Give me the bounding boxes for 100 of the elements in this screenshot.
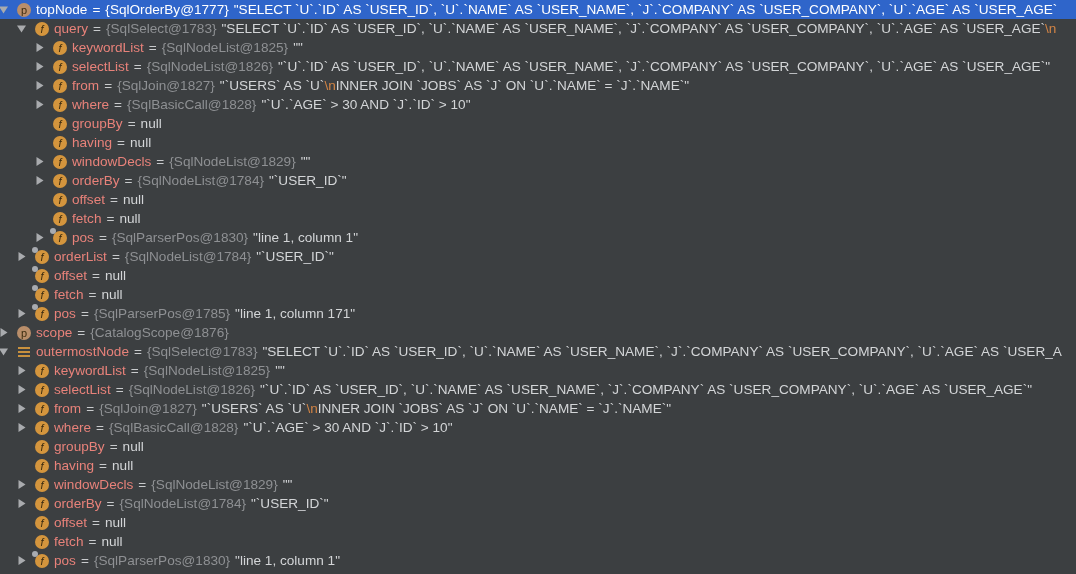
tree-row[interactable]: f offset = null [0, 190, 1076, 209]
tree-row[interactable]: f orderBy = {SqlNodeList@1784} "`USER_ID`" [0, 171, 1076, 190]
tree-row[interactable]: f pos = {SqlParserPos@1785} "line 1, column 171" [0, 304, 1076, 323]
collapse-arrow-icon[interactable] [0, 347, 8, 356]
field-icon: f [53, 116, 67, 131]
collapse-arrow-icon[interactable] [17, 24, 26, 33]
tree-row[interactable]: f orderBy = {SqlNodeList@1784} "`USER_ID`" [0, 494, 1076, 513]
expand-arrow-icon[interactable] [17, 423, 26, 432]
equals-sign: = [110, 192, 118, 207]
pin-badge-icon [32, 304, 38, 310]
tree-row[interactable]: f fetch = null [0, 532, 1076, 551]
variable-name: windowDecls [54, 477, 134, 492]
type-label: {SqlNodeList@1829} [151, 477, 278, 492]
type-label: {SqlNodeList@1829} [169, 154, 296, 169]
value-text: "" [275, 363, 285, 378]
tree-row[interactable]: f orderList = {SqlNodeList@1784} "`USER_ID`" [0, 247, 1076, 266]
equals-sign: = [148, 40, 157, 55]
type-label: {SqlNodeList@1826} [128, 382, 256, 397]
type-label: {SqlParserPos@1830} [93, 553, 231, 568]
variable-name: having [54, 458, 95, 473]
tree-row[interactable]: p topNode = {SqlOrderBy@1777} "SELECT `U`.`ID` AS `USER_ID`, `U`.`NAME` AS `USER_NAME`, `J`.`COMPANY` AS `USER_COMPANY`, `U`.`AGE` AS `USER_AGE` [0, 0, 1076, 19]
variable-name: from [54, 401, 82, 416]
tree-row[interactable]: f selectList = {SqlNodeList@1826} "`U`.`ID` AS `USER_ID`, `U`.`NAME` AS `USER_NAME`, `J`.`COMPANY` AS `USER_COMPANY`, `U`.`AGE` AS `USER_AGE`" [0, 57, 1076, 76]
field-icon: f [35, 363, 49, 378]
field-icon: f [35, 249, 49, 264]
property-icon: p [17, 2, 31, 17]
tree-row[interactable]: f groupBy = null [0, 437, 1076, 456]
equals-sign: = [156, 154, 165, 169]
tree-row[interactable]: f groupBy = null [0, 114, 1076, 133]
field-icon: f [53, 97, 67, 112]
equals-sign: = [133, 59, 142, 74]
tree-row[interactable]: f keywordList = {SqlNodeList@1825} "" [0, 38, 1076, 57]
tree-row[interactable]: f keywordList = {SqlNodeList@1825} "" [0, 361, 1076, 380]
expand-arrow-icon[interactable] [17, 309, 26, 318]
expand-arrow-icon[interactable] [17, 252, 26, 261]
variable-name: pos [72, 230, 94, 245]
expand-arrow-icon[interactable] [17, 556, 26, 565]
tree-row[interactable]: f fetch = null [0, 285, 1076, 304]
tree-row[interactable]: f offset = null [0, 513, 1076, 532]
tree-row[interactable]: f having = null [0, 133, 1076, 152]
expand-arrow-icon[interactable] [35, 100, 44, 109]
type-label: {SqlOrderBy@1777} [105, 2, 229, 17]
expand-arrow-icon[interactable] [17, 385, 26, 394]
expand-arrow-icon[interactable] [35, 157, 44, 166]
equals-sign: = [111, 249, 120, 264]
tree-row[interactable]: p scope = {CatalogScope@1876} [0, 323, 1076, 342]
type-label: {CatalogScope@1876} [90, 325, 229, 340]
equals-sign: = [109, 439, 118, 454]
field-icon: f [35, 382, 49, 397]
tree-row[interactable]: f pos = {SqlParserPos@1830} "line 1, column 1" [0, 551, 1076, 570]
type-label: {SqlJoin@1827} [117, 78, 215, 93]
field-icon: f [53, 40, 67, 55]
tree-row[interactable]: outermostNode = {SqlSelect@1783} "SELECT `U`.`ID` AS `USER_ID`, `U`.`NAME` AS `USER_NAME`, `J`.`COMPANY` AS `USER_COMPANY`, `U`.`AGE` AS `USER_A [0, 342, 1076, 361]
equals-sign: = [114, 97, 122, 112]
expand-arrow-icon[interactable] [35, 81, 44, 90]
expand-arrow-icon[interactable] [17, 499, 26, 508]
value-text: null [119, 211, 141, 226]
tree-row[interactable]: f offset = null [0, 266, 1076, 285]
expand-arrow-icon[interactable] [35, 43, 44, 52]
value-text: "`U`.`AGE` > 30 AND `J`.`ID` > 10" [261, 97, 471, 112]
expand-arrow-icon[interactable] [17, 366, 26, 375]
tree-row[interactable]: f from = {SqlJoin@1827} "`USERS` AS `U`\nINNER JOIN `JOBS` AS `J` ON `U`.`NAME` = `J`.`NAME`" [0, 399, 1076, 418]
value-text: "" [300, 154, 311, 169]
expand-arrow-icon[interactable] [35, 233, 44, 242]
tree-row[interactable]: f windowDecls = {SqlNodeList@1829} "" [0, 152, 1076, 171]
pin-badge-icon [50, 228, 56, 234]
tree-row[interactable]: f where = {SqlBasicCall@1828} "`U`.`AGE` > 30 AND `J`.`ID` > 10" [0, 95, 1076, 114]
field-icon: f [53, 154, 67, 169]
value-text: "line 1, column 171" [235, 306, 356, 321]
expand-arrow-icon[interactable] [17, 480, 26, 489]
tree-row[interactable]: f pos = {SqlParserPos@1830} "line 1, column 1" [0, 228, 1076, 247]
field-icon: f [53, 59, 67, 74]
tree-row[interactable]: f windowDecls = {SqlNodeList@1829} "" [0, 475, 1076, 494]
tree-row[interactable]: f query = {SqlSelect@1783} "SELECT `U`.`ID` AS `USER_ID`, `U`.`NAME` AS `USER_NAME`, `J`.`COMPANY` AS `USER_COMPANY`, `U`.`AGE` AS `USER_AGE`\n [0, 19, 1076, 38]
variable-name: orderBy [54, 496, 102, 511]
tree-row[interactable]: f having = null [0, 456, 1076, 475]
field-icon: f [53, 78, 67, 93]
equals-sign: = [92, 268, 100, 283]
type-label: {SqlParserPos@1830} [111, 230, 249, 245]
tree-row[interactable]: f from = {SqlJoin@1827} "`USERS` AS `U`\nINNER JOIN `JOBS` AS `J` ON `U`.`NAME` = `J`.`NAME`" [0, 76, 1076, 95]
field-icon: f [35, 439, 49, 454]
field-icon: f [53, 230, 67, 245]
expand-arrow-icon[interactable] [0, 328, 8, 337]
field-icon: f [53, 211, 67, 226]
field-icon: f [53, 135, 67, 150]
variable-name: where [72, 97, 110, 112]
variable-name: outermostNode [36, 344, 129, 359]
expand-arrow-icon[interactable] [35, 62, 44, 71]
tree-row[interactable]: f where = {SqlBasicCall@1828} "`U`.`AGE` > 30 AND `J`.`ID` > 10" [0, 418, 1076, 437]
variable-name: pos [54, 306, 76, 321]
variable-name: groupBy [54, 439, 105, 454]
tree-row[interactable]: f fetch = null [0, 209, 1076, 228]
expand-arrow-icon[interactable] [35, 176, 44, 185]
value-text: null [101, 534, 123, 549]
field-icon: f [35, 268, 49, 283]
value-text: null [104, 515, 127, 530]
tree-row[interactable]: f selectList = {SqlNodeList@1826} "`U`.`ID` AS `USER_ID`, `U`.`NAME` AS `USER_NAME`, `J`.`COMPANY` AS `USER_COMPANY`, `U`.`AGE` AS `USER_AGE`" [0, 380, 1076, 399]
type-label: {SqlSelect@1783} [146, 344, 258, 359]
expand-arrow-icon[interactable] [17, 404, 26, 413]
variable-name: offset [54, 515, 87, 530]
